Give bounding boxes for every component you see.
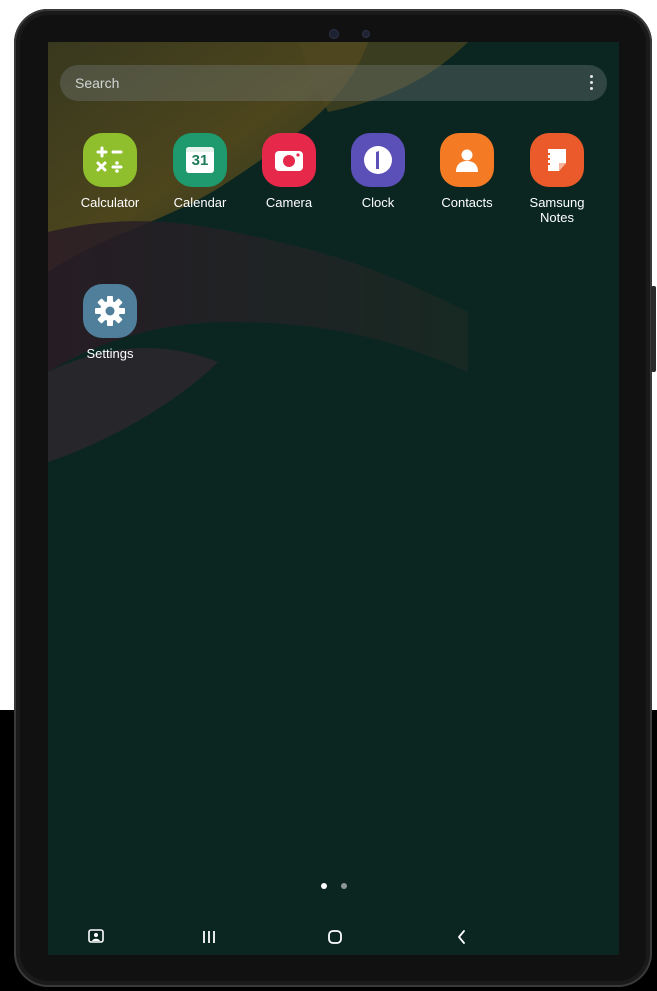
sensor-icon [363, 31, 369, 37]
page-dot-active[interactable] [321, 883, 327, 889]
front-camera-icon [330, 30, 338, 38]
app-clock[interactable]: Clock [334, 133, 422, 210]
calculator-icon [83, 133, 137, 187]
more-vertical-icon[interactable] [589, 75, 593, 91]
samsung-notes-icon [530, 133, 584, 187]
app-label: Contacts [441, 195, 493, 210]
app-calendar[interactable]: 31 Calendar [156, 133, 244, 210]
app-label: Settings [86, 346, 134, 361]
volume-button [651, 286, 656, 372]
app-settings[interactable]: Settings [66, 284, 154, 361]
screenshot-icon[interactable] [85, 927, 107, 947]
camera-icon [262, 133, 316, 187]
home-screen: Search Calculator 31 Calendar Camera Clo… [48, 42, 619, 955]
page-dot[interactable] [341, 883, 347, 889]
contacts-icon [440, 133, 494, 187]
app-contacts[interactable]: Contacts [423, 133, 511, 210]
app-camera[interactable]: Camera [245, 133, 333, 210]
navigation-bar [48, 918, 619, 955]
calendar-icon: 31 [173, 133, 227, 187]
app-label: Camera [265, 195, 313, 210]
recent-apps-icon[interactable] [198, 927, 220, 947]
home-icon[interactable] [324, 927, 346, 947]
app-label: Clock [361, 195, 395, 210]
search-bar[interactable]: Search [60, 65, 607, 101]
app-label: Calculator [80, 195, 140, 210]
search-placeholder: Search [75, 75, 120, 91]
app-samsung-notes[interactable]: Samsung Notes [513, 133, 601, 225]
app-calculator[interactable]: Calculator [66, 133, 154, 210]
app-label: Calendar [173, 195, 227, 210]
app-label: Samsung Notes [529, 195, 585, 225]
back-icon[interactable] [451, 927, 473, 947]
clock-icon [351, 133, 405, 187]
calendar-date-text: 31 [191, 152, 209, 169]
settings-gear-icon [83, 284, 137, 338]
page-indicator [321, 883, 351, 891]
